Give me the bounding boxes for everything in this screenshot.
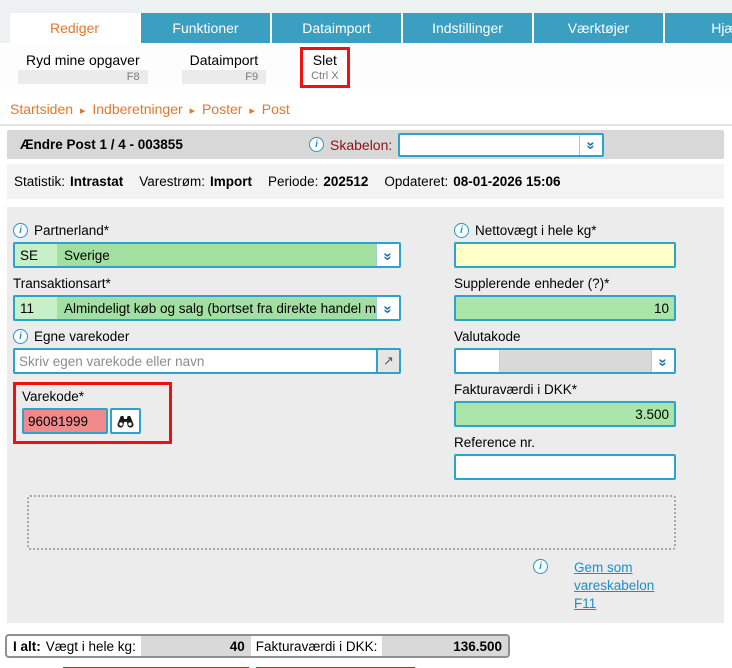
template-selector-group: i Skabelon: » <box>309 133 604 157</box>
fakturavaerdi-label: Fakturaværdi i DKK* <box>454 382 676 397</box>
valutakode-name <box>500 350 651 372</box>
toolbar-item-slet[interactable]: Slet Ctrl X <box>300 47 350 88</box>
transaktionsart-code: 11 <box>15 297 57 319</box>
toolbar-item-dataimport[interactable]: Dataimport F9 <box>182 52 266 84</box>
template-select-value <box>400 135 579 155</box>
partnerland-code: SE <box>15 244 57 266</box>
post-form: i Partnerland* SE Sverige » Transaktions… <box>7 207 724 623</box>
nettovaegt-input[interactable] <box>454 242 676 268</box>
toolbar-item-ryd-mine-opgaver[interactable]: Ryd mine opgaver F8 <box>18 52 148 84</box>
breadcrumb-separator-icon: ▸ <box>187 105 199 117</box>
info-icon[interactable]: i <box>533 559 548 574</box>
breadcrumb: Startsiden ▸ Indberetninger ▸ Poster ▸ P… <box>0 94 732 126</box>
tab-vaerktojer[interactable]: Værktøjer <box>534 13 665 43</box>
tab-rediger[interactable]: Rediger <box>10 13 141 43</box>
tab-funktioner[interactable]: Funktioner <box>141 13 272 43</box>
breadcrumb-separator-icon: ▸ <box>246 105 258 117</box>
tab-indstillinger[interactable]: Indstillinger <box>403 13 534 43</box>
toolbar-item-shortcut: Ctrl X <box>311 70 339 82</box>
tab-dataimport[interactable]: Dataimport <box>272 13 403 43</box>
toolbar-item-label: Dataimport <box>182 52 266 70</box>
record-meta-row: Statistik:Intrastat Varestrøm:Import Per… <box>7 164 724 199</box>
top-strip <box>0 0 732 13</box>
toolbar: Ryd mine opgaver F8 Dataimport F9 Slet C… <box>0 43 732 94</box>
transaktionsart-name: Almindeligt køb og salg (bortset fra dir… <box>57 297 376 319</box>
breadcrumb-startsiden[interactable]: Startsiden <box>10 101 73 117</box>
page-header-bar: Ændre Post 1 / 4 - 003855 i Skabelon: » <box>7 130 724 159</box>
varekode-annotation-box: Varekode* <box>13 382 172 444</box>
valutakode-code <box>456 350 500 372</box>
reference-label: Reference nr. <box>454 435 676 450</box>
reference-input[interactable] <box>454 454 676 480</box>
partnerland-select[interactable]: SE Sverige » <box>13 242 401 268</box>
template-select[interactable]: » <box>398 133 604 157</box>
tab-hjaelp[interactable]: Hjælp <box>665 13 732 43</box>
supplerende-enheder-input[interactable] <box>454 295 676 321</box>
valutakode-label: Valutakode <box>454 329 676 344</box>
chevron-down-icon[interactable]: » <box>376 244 399 266</box>
toolbar-item-shortcut: F8 <box>18 70 148 84</box>
totals-bar: I alt: Vægt i hele kg: 40 Fakturaværdi i… <box>5 634 510 658</box>
binoculars-search-button[interactable] <box>110 408 141 434</box>
weight-total-value: 40 <box>141 636 251 656</box>
egne-varekoder-field: ↗ <box>13 348 401 374</box>
chevron-down-icon[interactable]: » <box>376 297 399 319</box>
toolbar-item-label: Slet <box>311 52 339 70</box>
egne-varekoder-input[interactable] <box>15 350 376 372</box>
toolbar-item-label: Ryd mine opgaver <box>18 52 148 70</box>
breadcrumb-indberetninger[interactable]: Indberetninger <box>92 101 182 117</box>
breadcrumb-post[interactable]: Post <box>262 101 290 117</box>
meta-opdateret: Opdateret:08-01-2026 15:06 <box>384 174 560 189</box>
tab-bar: Rediger Funktioner Dataimport Indstillin… <box>0 13 732 43</box>
egne-varekoder-label: i Egne varekoder <box>13 329 401 344</box>
varekode-input[interactable] <box>22 408 108 434</box>
totals-label: I alt: <box>7 639 41 654</box>
template-label: Skabelon: <box>330 137 392 153</box>
template-link-row: i Gem som vareskabelon F11 <box>13 559 716 613</box>
partnerland-label: i Partnerland* <box>13 223 401 238</box>
meta-statistik: Statistik:Intrastat <box>14 174 123 189</box>
binoculars-icon <box>117 415 134 428</box>
breadcrumb-separator-icon: ▸ <box>77 105 89 117</box>
valutakode-select[interactable]: » <box>454 348 676 374</box>
invoice-total-value: 136.500 <box>382 636 508 656</box>
info-icon[interactable]: i <box>13 223 28 238</box>
meta-periode: Periode:202512 <box>268 174 368 189</box>
info-icon[interactable]: i <box>309 137 324 152</box>
fakturavaerdi-input[interactable] <box>454 401 676 427</box>
goto-arrow-icon[interactable]: ↗ <box>376 350 399 372</box>
partnerland-name: Sverige <box>57 244 376 266</box>
info-icon[interactable]: i <box>13 329 28 344</box>
invoice-total-label: Fakturaværdi i DKK: <box>251 639 383 654</box>
chevron-down-icon[interactable]: » <box>651 350 674 372</box>
varekode-label: Varekode* <box>22 389 141 404</box>
toolbar-item-shortcut: F9 <box>182 70 266 84</box>
page-title: Ændre Post 1 / 4 - 003855 <box>7 137 183 152</box>
save-as-template-link[interactable]: Gem som vareskabelon F11 <box>574 559 716 613</box>
supplerende-enheder-label: Supplerende enheder (?)* <box>454 276 676 291</box>
chevron-down-icon[interactable]: » <box>579 135 602 155</box>
transaktionsart-select[interactable]: 11 Almindeligt køb og salg (bortset fra … <box>13 295 401 321</box>
meta-varestrom: Varestrøm:Import <box>139 174 252 189</box>
info-icon[interactable]: i <box>454 223 469 238</box>
weight-total-label: Vægt i hele kg: <box>41 639 141 654</box>
breadcrumb-poster[interactable]: Poster <box>202 101 242 117</box>
transaktionsart-label: Transaktionsart* <box>13 276 401 291</box>
comment-area[interactable] <box>27 495 676 550</box>
nettovaegt-label: i Nettovægt i hele kg* <box>454 223 676 238</box>
